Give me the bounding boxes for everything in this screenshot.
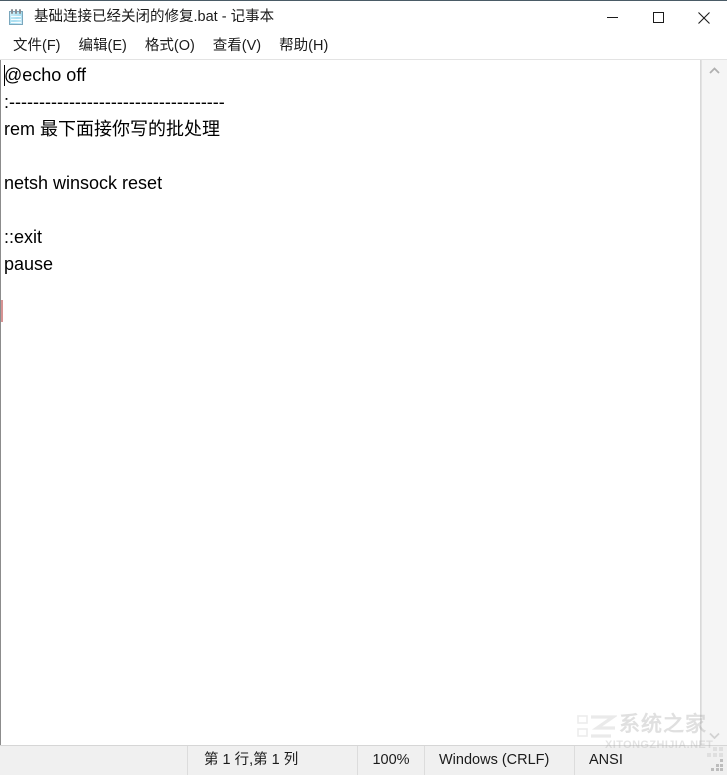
maximize-button[interactable] bbox=[635, 1, 681, 34]
chevron-down-icon bbox=[709, 732, 720, 739]
text-editor[interactable]: @echo off :-----------------------------… bbox=[0, 60, 701, 745]
status-cursor-position: 第 1 行,第 1 列 bbox=[188, 746, 358, 775]
edge-mark bbox=[1, 300, 3, 322]
editor-area: @echo off :-----------------------------… bbox=[0, 59, 727, 745]
menu-item-file[interactable]: 文件(F) bbox=[4, 37, 70, 57]
resize-grip[interactable] bbox=[711, 759, 724, 772]
scroll-up-button[interactable] bbox=[702, 60, 727, 80]
status-spacer bbox=[0, 746, 188, 775]
scroll-down-button[interactable] bbox=[702, 725, 727, 745]
scrollbar-track[interactable] bbox=[702, 80, 727, 725]
status-encoding: ANSI bbox=[589, 752, 623, 769]
menu-item-view[interactable]: 查看(V) bbox=[204, 37, 270, 57]
menu-item-format[interactable]: 格式(O) bbox=[136, 37, 204, 57]
menu-bar: 文件(F) 编辑(E) 格式(O) 查看(V) 帮助(H) bbox=[0, 34, 727, 59]
vertical-scrollbar[interactable] bbox=[701, 60, 727, 745]
title-bar-left: 基础连接已经关闭的修复.bat - 记事本 bbox=[0, 9, 589, 26]
status-line-ending: Windows (CRLF) bbox=[425, 746, 575, 775]
window-title: 基础连接已经关闭的修复.bat - 记事本 bbox=[34, 9, 275, 26]
close-button[interactable] bbox=[681, 1, 727, 34]
notepad-window: 基础连接已经关闭的修复.bat - 记事本 文件(F) 编辑(E) 格式(O) … bbox=[0, 0, 727, 775]
minimize-button[interactable] bbox=[589, 1, 635, 34]
title-bar: 基础连接已经关闭的修复.bat - 记事本 bbox=[0, 1, 727, 34]
status-bar: 第 1 行,第 1 列 100% Windows (CRLF) ANSI bbox=[0, 745, 727, 775]
menu-item-edit[interactable]: 编辑(E) bbox=[70, 37, 136, 57]
window-controls bbox=[589, 1, 727, 34]
editor-text: @echo off :-----------------------------… bbox=[4, 65, 225, 274]
chevron-up-icon bbox=[709, 66, 720, 74]
close-icon bbox=[698, 11, 710, 24]
maximize-icon bbox=[652, 12, 664, 23]
status-zoom-level[interactable]: 100% bbox=[358, 746, 425, 775]
minimize-icon bbox=[606, 17, 618, 18]
text-caret bbox=[4, 65, 5, 86]
menu-item-help[interactable]: 帮助(H) bbox=[270, 37, 337, 57]
notepad-icon bbox=[8, 9, 25, 26]
